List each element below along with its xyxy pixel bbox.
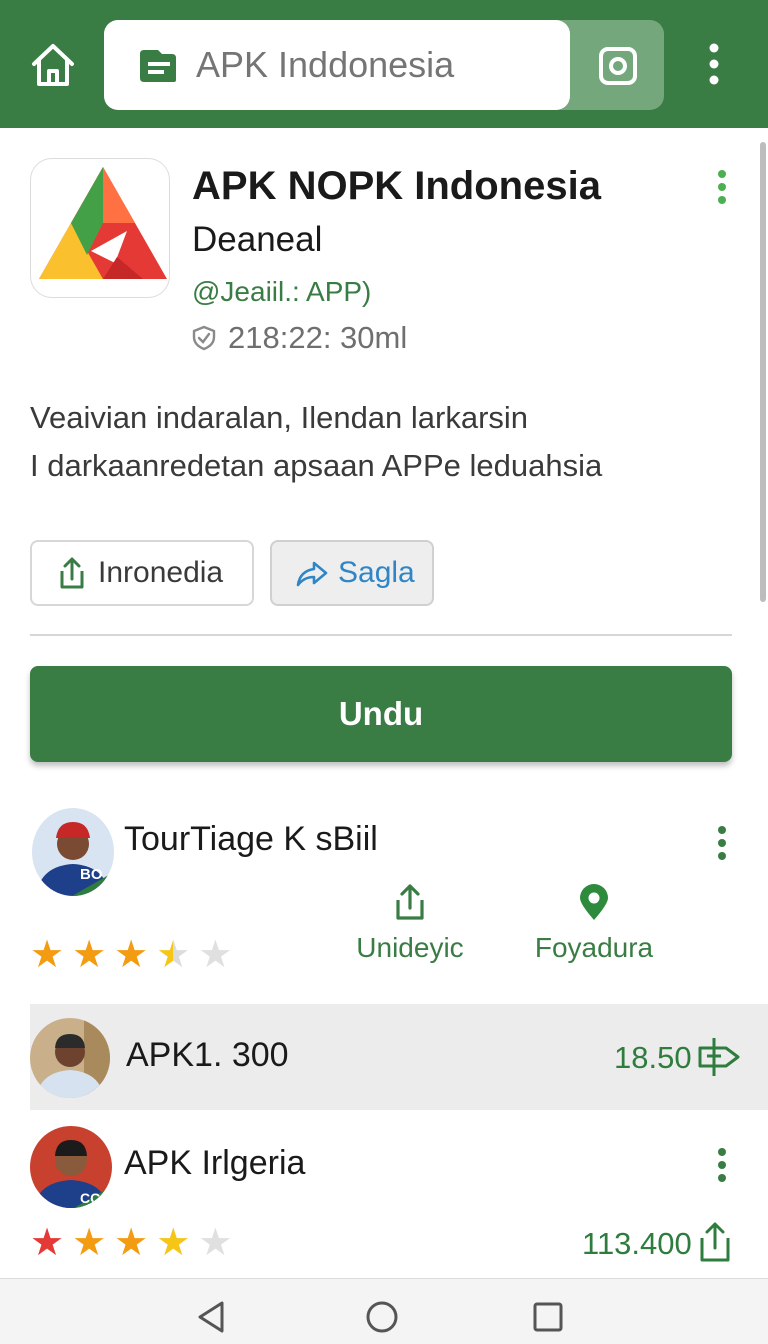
more-options-icon[interactable] [712,1146,732,1186]
empty-star-icon: ★ [198,932,233,976]
empty-star-icon: ★ [198,1220,233,1264]
avatar-badge: CC [80,1190,101,1206]
avatar[interactable]: CC [30,1126,112,1208]
location-action-button[interactable]: Foyadura [530,882,658,964]
download-tag-icon[interactable] [696,1034,740,1080]
download-button[interactable]: Undu [30,666,732,762]
share-icon [60,557,84,589]
list-item-value: 18.50 [614,1040,692,1075]
star-icon: ★ [114,1220,149,1264]
description-line: I darkaanredetan apsaan APPe leduahsia [30,448,603,483]
scrollbar[interactable] [760,142,766,602]
star-icon: ★ [72,932,107,976]
home-circle-icon[interactable] [364,1299,400,1335]
recent-apps-icon[interactable] [530,1299,566,1335]
overflow-menu-icon[interactable] [700,42,728,86]
share-icon [396,884,424,920]
star-rating: ★ ★ ★ ★ ★ [30,934,232,974]
avatar-badge: BO [80,866,103,883]
forward-arrow-icon [296,561,328,587]
camera-icon[interactable] [598,46,638,86]
share-icon[interactable] [696,1220,734,1264]
app-developer[interactable]: Deaneal [192,220,322,260]
more-options-icon[interactable] [712,824,732,864]
avatar[interactable] [30,1018,110,1098]
app-category[interactable]: @Jeaiil.: APP) [192,276,371,308]
divider [30,634,732,636]
back-icon[interactable] [194,1299,230,1335]
verified-shield-icon [192,325,216,351]
star-rating: ★ ★ ★ ★ ★ [30,1222,232,1262]
top-app-bar [0,0,768,128]
action-label: Foyadura [534,932,654,963]
list-item-title[interactable]: APK Irlgeria [124,1144,305,1183]
star-icon: ★ [156,1220,191,1264]
star-icon: ★ [30,932,65,976]
share-chip-button[interactable]: Inronedia [30,540,254,606]
list-item-title[interactable]: TourTiage K sBiil [124,820,378,859]
app-meta-text: 218:22: 30ml [228,320,408,355]
app-logo-icon [30,158,170,298]
forward-chip-label: Sagla [338,556,415,589]
app-meta: 218:22: 30ml [190,320,407,356]
app-description: Veaivian indaralan, Ilendan larkarsin I … [30,394,730,490]
home-icon[interactable] [28,40,78,90]
app-more-options-icon[interactable] [712,168,732,208]
app-title: APK NOPK Indonesia [192,164,601,208]
forward-chip-button[interactable]: Sagla [270,540,434,606]
search-input[interactable] [196,42,556,88]
half-star-icon: ★ [156,932,191,976]
star-icon: ★ [30,1220,65,1264]
list-item-value: 113.400 [582,1226,692,1261]
star-icon: ★ [72,1220,107,1264]
description-line: Veaivian indaralan, Ilendan larkarsin [30,400,529,435]
location-pin-icon [580,884,608,920]
search-bar [104,20,664,110]
star-icon: ★ [114,932,149,976]
site-favicon-icon [138,48,178,84]
avatar[interactable]: BO [32,808,114,896]
search-field[interactable] [104,20,570,110]
list-item-title[interactable]: APK1. 300 [126,1036,289,1075]
system-navigation-bar [0,1278,768,1344]
share-action-button[interactable]: Unideyic [350,882,470,964]
share-chip-label: Inronedia [98,556,224,589]
action-label: Unideyic [356,932,464,963]
